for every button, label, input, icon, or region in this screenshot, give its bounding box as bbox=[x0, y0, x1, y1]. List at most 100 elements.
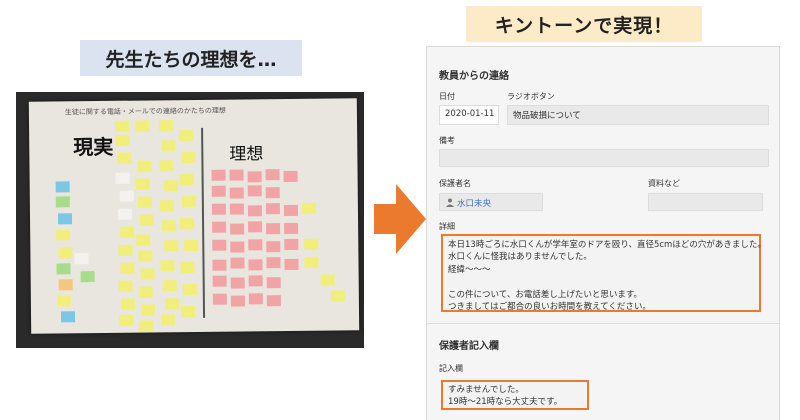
sticky-note bbox=[284, 222, 299, 235]
sticky-note bbox=[230, 223, 245, 235]
whiteboard-photo: 生徒に関する電話・メールでの連絡のかたちの理想 現実 理想 bbox=[16, 92, 364, 348]
sticky-note bbox=[140, 268, 155, 280]
sticky-note bbox=[248, 275, 263, 287]
sticky-note bbox=[211, 203, 226, 215]
arrow-right-icon bbox=[374, 184, 426, 254]
left-caption: 先生たちの理想を… bbox=[80, 40, 302, 76]
sticky-note bbox=[114, 120, 130, 132]
sticky-note bbox=[266, 257, 281, 269]
sticky-note bbox=[118, 280, 133, 292]
date-label: 日付 bbox=[439, 92, 455, 101]
radio-field[interactable]: 物品破損について bbox=[507, 105, 769, 125]
guardian-name-link[interactable]: 水口未央 bbox=[457, 199, 491, 209]
right-caption: キントーンで実現！ bbox=[466, 6, 702, 42]
sticky-note bbox=[181, 195, 196, 208]
user-icon bbox=[446, 198, 454, 207]
details-label: 詳細 bbox=[439, 222, 455, 231]
sticky-note bbox=[283, 204, 299, 217]
reality-label: 現実 bbox=[73, 134, 114, 160]
sticky-note bbox=[56, 295, 71, 307]
sticky-note bbox=[283, 170, 298, 183]
sticky-note bbox=[179, 130, 194, 142]
section-title-teacher: 教員からの連絡 bbox=[439, 71, 509, 82]
sticky-note bbox=[229, 169, 244, 181]
details-line: この件について、お電話差し上げたいと思います。 bbox=[448, 289, 642, 300]
remarks-field[interactable] bbox=[439, 149, 769, 167]
sticky-note bbox=[230, 295, 245, 307]
entry-line: 19時〜21時なら大丈夫です。 bbox=[448, 397, 563, 408]
poster-header: 生徒に関する電話・メールでの連絡のかたちの理想 bbox=[64, 106, 226, 117]
sticky-note bbox=[161, 314, 176, 326]
ideal-label: 理想 bbox=[229, 144, 264, 165]
sticky-note bbox=[120, 226, 135, 238]
sticky-note bbox=[164, 240, 179, 252]
sticky-note bbox=[182, 283, 197, 296]
sticky-note bbox=[180, 217, 195, 230]
details-field[interactable]: 本日13時ごろに水口くんが学年室のドアを殴り、直径5cmほどの穴があきました。 … bbox=[441, 234, 766, 313]
sticky-note bbox=[137, 196, 152, 208]
entry-field[interactable]: すみませんでした。 19時〜21時なら大丈夫です。 bbox=[441, 380, 589, 410]
sticky-note bbox=[266, 277, 281, 289]
section-title-guardian: 保護者記入欄 bbox=[439, 341, 499, 352]
sticky-note bbox=[80, 271, 95, 283]
sticky-note bbox=[265, 187, 280, 199]
guardian-label: 保護者名 bbox=[439, 179, 471, 188]
sticky-note bbox=[179, 174, 194, 186]
materials-label: 資料など bbox=[648, 179, 680, 188]
sticky-note bbox=[137, 160, 152, 172]
sticky-note bbox=[211, 185, 226, 197]
sticky-notes bbox=[29, 98, 357, 332]
entry-label: 記入欄 bbox=[439, 364, 463, 373]
sticky-note bbox=[320, 274, 335, 286]
sticky-note bbox=[56, 229, 71, 241]
sticky-note bbox=[211, 169, 226, 181]
sticky-note bbox=[56, 263, 71, 275]
sticky-note bbox=[162, 280, 177, 292]
sticky-note bbox=[247, 205, 263, 217]
details-line: つきましてはご都合の良いお時間を教えてください。 bbox=[448, 302, 651, 313]
sticky-note bbox=[330, 290, 345, 302]
sticky-note bbox=[229, 203, 244, 215]
sticky-note bbox=[115, 134, 130, 146]
sticky-note bbox=[304, 238, 319, 250]
sticky-note bbox=[248, 239, 263, 251]
details-line: 水口くんに怪我はありませんでした。 bbox=[448, 252, 592, 263]
sticky-note bbox=[212, 275, 227, 287]
sticky-note bbox=[158, 120, 174, 132]
sticky-note bbox=[212, 259, 227, 271]
sticky-note bbox=[138, 250, 153, 262]
sticky-note bbox=[265, 169, 280, 181]
sticky-note bbox=[139, 320, 154, 332]
sticky-note bbox=[139, 214, 155, 226]
poster-divider bbox=[201, 127, 206, 318]
sticky-note bbox=[284, 258, 299, 271]
sticky-note bbox=[164, 298, 179, 310]
sticky-note bbox=[247, 185, 262, 197]
materials-field[interactable] bbox=[648, 193, 763, 211]
sticky-note bbox=[248, 293, 263, 305]
sticky-note bbox=[117, 208, 133, 220]
sticky-note bbox=[181, 151, 196, 164]
sticky-note bbox=[229, 187, 244, 199]
sticky-note bbox=[55, 181, 70, 193]
sticky-note bbox=[163, 180, 178, 192]
guardian-field[interactable]: 水口未央 bbox=[439, 193, 543, 211]
sticky-note bbox=[301, 202, 316, 214]
sticky-note bbox=[266, 295, 281, 307]
sticky-note bbox=[161, 140, 176, 152]
sticky-note bbox=[138, 286, 153, 298]
poster-paper: 生徒に関する電話・メールでの連絡のかたちの理想 現実 理想 bbox=[28, 98, 360, 334]
sticky-note bbox=[58, 247, 73, 259]
radio-label: ラジオボタン bbox=[507, 92, 555, 101]
date-field[interactable]: 2020-01-11 bbox=[439, 105, 499, 125]
sticky-note bbox=[230, 241, 245, 253]
sticky-note bbox=[134, 120, 150, 132]
sticky-note bbox=[115, 172, 130, 184]
sticky-note bbox=[119, 190, 134, 202]
sticky-note bbox=[212, 239, 227, 251]
details-line bbox=[448, 276, 754, 288]
sticky-note bbox=[180, 261, 195, 274]
sticky-note bbox=[284, 238, 299, 251]
sticky-note bbox=[136, 234, 151, 246]
sticky-note bbox=[162, 220, 177, 232]
